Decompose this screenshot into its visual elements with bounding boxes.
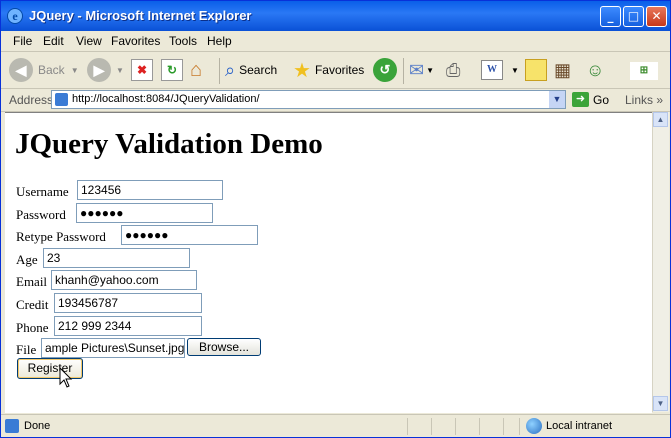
scroll-up-icon[interactable]: ▲ <box>653 112 668 127</box>
password-label: Password <box>16 207 66 222</box>
register-button[interactable]: Register <box>17 358 83 379</box>
search-icon: ⌕ <box>225 59 236 80</box>
page-content: JQuery Validation Demo Username 123456 P… <box>5 112 652 413</box>
mail-icon: ✉ <box>409 59 425 80</box>
scroll-down-icon[interactable]: ▼ <box>653 396 668 411</box>
stop-icon: ✖ <box>131 59 153 81</box>
stop-button[interactable]: ✖ <box>131 56 153 84</box>
search-button[interactable]: ⌕ Search <box>225 56 277 84</box>
address-input[interactable]: http://localhost:8084/JQueryValidation/ … <box>51 90 566 109</box>
retype-password-label: Retype Password <box>16 229 106 244</box>
intranet-globe-icon <box>526 418 542 434</box>
page-heading: JQuery Validation Demo <box>15 128 323 160</box>
vertical-scrollbar[interactable]: ▲ ▼ <box>652 112 669 412</box>
refresh-icon: ↻ <box>161 59 183 81</box>
forward-dropdown-icon: ▼ <box>116 65 124 75</box>
file-label: File <box>16 342 37 357</box>
back-button[interactable]: ◀ Back ▼ <box>9 56 79 84</box>
browser-window: e JQuery - Microsoft Internet Explorer _… <box>0 0 671 438</box>
address-url: http://localhost:8084/JQueryValidation/ <box>72 93 260 105</box>
menu-help[interactable]: Help <box>207 34 232 48</box>
toolbar-separator <box>403 58 404 84</box>
edit-button[interactable]: W ▼ <box>481 56 519 84</box>
links-label: Links <box>625 93 654 107</box>
menu-bar: File Edit View Favorites Tools Help ⊞ <box>1 31 670 80</box>
toolbar-separator <box>219 58 220 84</box>
back-label: Back <box>38 63 65 77</box>
address-dropdown-icon[interactable]: ▼ <box>549 91 565 108</box>
security-zone: Local intranet <box>546 420 613 432</box>
print-icon: ⎙ <box>446 59 461 80</box>
page-icon <box>55 93 68 106</box>
messenger-button[interactable]: ☺ <box>586 56 604 84</box>
star-icon: ★ <box>293 59 311 82</box>
credit-label: Credit <box>16 297 49 312</box>
email-input[interactable]: khanh@yahoo.com <box>51 270 197 290</box>
menu-view[interactable]: View <box>76 34 102 48</box>
toolbar: ◀ Back ▼ ▶ ▼ ✖ ↻ ⌂ ⌕ Search ★ Favorites … <box>1 52 670 89</box>
forward-arrow-icon: ▶ <box>87 58 111 82</box>
browse-button[interactable]: Browse... <box>187 338 261 356</box>
home-icon: ⌂ <box>190 58 203 81</box>
favorites-label: Favorites <box>314 63 365 77</box>
minimize-button[interactable]: _ <box>600 6 621 27</box>
go-button[interactable]: ➜ Go <box>572 92 609 107</box>
back-dropdown-icon: ▼ <box>70 65 79 75</box>
age-input[interactable]: 23 <box>43 248 190 268</box>
menu-tools[interactable]: Tools <box>169 34 197 48</box>
mouse-cursor-icon <box>59 367 73 388</box>
phone-label: Phone <box>16 320 49 335</box>
favorites-button[interactable]: ★ Favorites <box>293 56 364 84</box>
back-arrow-icon: ◀ <box>9 58 33 82</box>
search-label: Search <box>239 63 278 77</box>
file-input[interactable]: ample Pictures\Sunset.jpg <box>41 338 185 358</box>
status-divider <box>455 418 456 435</box>
status-divider <box>431 418 432 435</box>
ie-logo-icon: e <box>7 8 23 24</box>
status-text: Done <box>24 420 51 432</box>
note-icon <box>525 59 547 81</box>
retype-password-input[interactable]: ●●●●●● <box>121 225 258 245</box>
address-bar: Address http://localhost:8084/JQueryVali… <box>1 89 670 112</box>
home-button[interactable]: ⌂ <box>190 56 202 84</box>
chevron-right-icon: » <box>656 93 664 107</box>
username-input[interactable]: 123456 <box>77 180 223 200</box>
status-bar: Done Local intranet <box>1 414 670 438</box>
credit-input[interactable]: 193456787 <box>54 293 202 313</box>
status-divider <box>519 418 520 435</box>
status-divider <box>479 418 480 435</box>
mail-button[interactable]: ✉ ▼ <box>409 56 434 84</box>
edit-dropdown-icon: ▼ <box>511 65 519 75</box>
email-label: Email <box>16 274 48 289</box>
links-button[interactable]: Links » <box>625 93 663 107</box>
forward-button[interactable]: ▶ ▼ <box>87 56 124 84</box>
username-label: Username <box>16 184 69 199</box>
page-done-icon <box>5 419 19 433</box>
window-title: JQuery - Microsoft Internet Explorer <box>29 8 252 23</box>
discuss-button[interactable] <box>525 56 547 84</box>
messenger-icon: ☺ <box>586 59 605 80</box>
refresh-button[interactable]: ↻ <box>161 56 183 84</box>
print-button[interactable]: ⎙ <box>446 56 460 84</box>
maximize-button[interactable]: □ <box>623 6 644 27</box>
status-divider <box>503 418 504 435</box>
age-label: Age <box>16 252 38 267</box>
close-button[interactable]: ✕ <box>646 6 667 27</box>
password-input[interactable]: ●●●●●● <box>76 203 213 223</box>
research-button[interactable]: ▦ <box>554 56 571 84</box>
phone-input[interactable]: 212 999 2344 <box>54 316 202 336</box>
address-label: Address <box>9 93 54 107</box>
go-label: Go <box>593 92 610 107</box>
research-icon: ▦ <box>554 59 572 80</box>
history-icon: ↺ <box>373 58 397 82</box>
menu-file[interactable]: File <box>13 34 32 48</box>
menu-favorites[interactable]: Favorites <box>111 34 160 48</box>
go-arrow-icon: ➜ <box>572 92 589 107</box>
word-edit-icon: W <box>481 60 503 80</box>
history-button[interactable]: ↺ <box>373 56 397 84</box>
mail-dropdown-icon: ▼ <box>426 65 435 75</box>
menu-edit[interactable]: Edit <box>43 34 64 48</box>
title-bar[interactable]: e JQuery - Microsoft Internet Explorer _… <box>1 1 670 31</box>
status-divider <box>407 418 408 435</box>
